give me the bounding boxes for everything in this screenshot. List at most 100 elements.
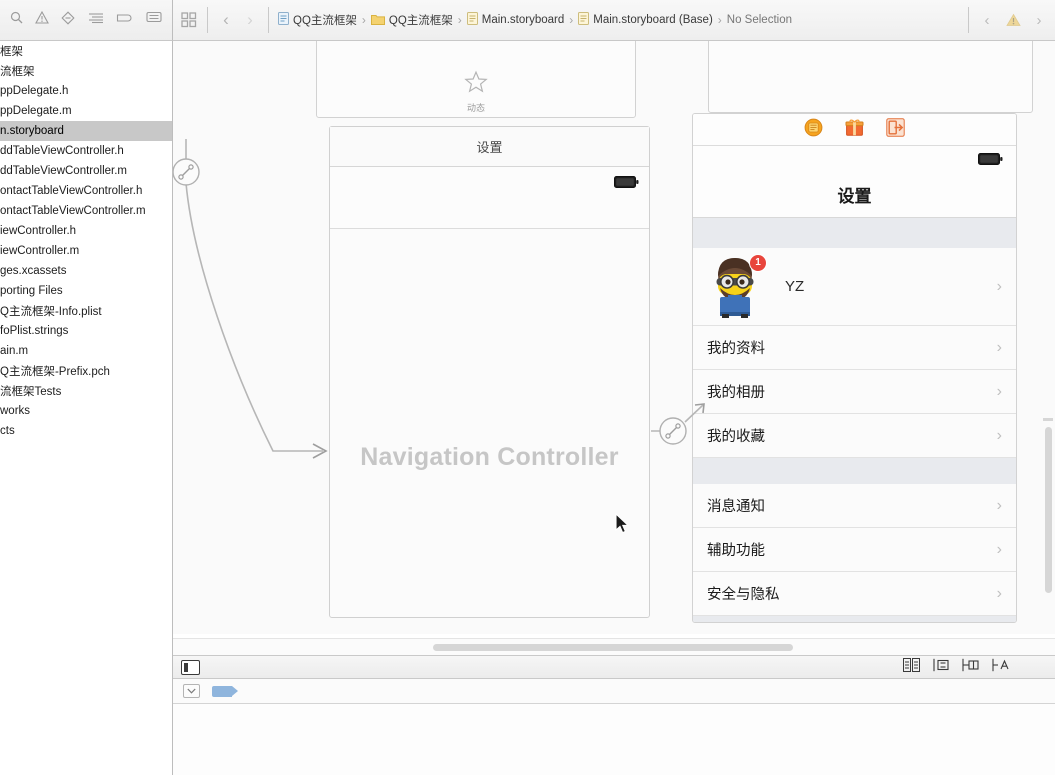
- warning-triangle-icon[interactable]: [35, 10, 50, 29]
- breadcrumb-separator: ›: [361, 13, 366, 27]
- tab-bar-item-label: 动态: [466, 103, 485, 113]
- section-gap: [693, 616, 1016, 622]
- mouse-pointer: [615, 513, 630, 534]
- breadcrumb-item-project[interactable]: QQ主流框架: [275, 12, 360, 28]
- jump-bar-right-controls: ‹ ›: [968, 7, 1051, 33]
- storyboard-canvas[interactable]: 动态 设置 Navigation Controller 设置 1 YZ › 我的…: [173, 41, 1055, 634]
- file-name: iewController.h: [0, 225, 77, 237]
- forward-button[interactable]: ›: [238, 9, 262, 31]
- grid-view-icon[interactable]: [177, 9, 201, 31]
- file-name: Q主流框架-Prefix.pch: [0, 366, 110, 378]
- list-item[interactable]: iewController.m: [0, 241, 172, 261]
- xcode-window: ‹ › QQ主流框架 › QQ主流框架 › Main.storyboard › …: [0, 0, 1055, 775]
- resolve-auto-layout-icon[interactable]: [962, 658, 979, 677]
- scene-tabbar-preview[interactable]: 动态: [316, 41, 636, 118]
- file-name: ppDelegate.m: [0, 105, 72, 117]
- tag-icon[interactable]: [212, 685, 238, 697]
- profile-name: YZ: [785, 278, 805, 295]
- list-item[interactable]: 框架: [0, 41, 172, 61]
- file-name: ddTableViewController.h: [0, 145, 124, 157]
- list-item[interactable]: works: [0, 401, 172, 421]
- phone-status-bar: [693, 146, 1016, 172]
- chevron-down-icon[interactable]: [183, 684, 200, 698]
- battery-icon: [614, 175, 639, 193]
- list-item[interactable]: ontactTableViewController.h: [0, 181, 172, 201]
- project-navigator[interactable]: 框架 流框架 ppDelegate.h ppDelegate.m n.story…: [0, 41, 173, 775]
- scene-navigation-controller[interactable]: 设置 Navigation Controller: [329, 126, 650, 618]
- resizing-behavior-icon[interactable]: [992, 658, 1009, 677]
- list-item[interactable]: ddTableViewController.h: [0, 141, 172, 161]
- breadcrumb-label: Main.storyboard (Base): [593, 14, 713, 26]
- list-item[interactable]: ddTableViewController.m: [0, 161, 172, 181]
- scene-stub-top-right[interactable]: [708, 41, 1033, 113]
- document-outline-toggle[interactable]: [181, 659, 200, 675]
- list-item[interactable]: 流框架: [0, 61, 172, 81]
- file-name: iewController.m: [0, 245, 80, 257]
- status-badge: 1: [749, 253, 767, 272]
- comment-bubble-icon[interactable]: [146, 11, 162, 29]
- breadcrumb-item-folder[interactable]: QQ主流框架: [368, 12, 456, 28]
- nav-scene-content: [330, 167, 649, 229]
- scene-settings-preview[interactable]: 设置 1 YZ › 我的资料 › 我的相册 › 我的收藏 › 消息通知 › 辅助…: [692, 113, 1017, 623]
- list-item[interactable]: Q主流框架-Prefix.pch: [0, 361, 172, 381]
- scrollbar-tick: [1043, 418, 1053, 421]
- navigator-filter-bar: [0, 0, 173, 41]
- list-lines-icon[interactable]: [88, 11, 104, 29]
- list-item-selected[interactable]: n.storyboard: [0, 121, 172, 141]
- list-item[interactable]: 安全与隐私 ›: [693, 572, 1016, 616]
- chevron-right-icon: ›: [996, 540, 1002, 558]
- canvas-horizontal-scrollbar[interactable]: [433, 644, 793, 651]
- list-item[interactable]: 我的收藏 ›: [693, 414, 1016, 458]
- list-item[interactable]: ppDelegate.h: [0, 81, 172, 101]
- warning-triangle-icon[interactable]: [1001, 9, 1025, 31]
- align-icon[interactable]: [903, 657, 920, 677]
- list-item[interactable]: 辅助功能 ›: [693, 528, 1016, 572]
- list-item[interactable]: porting Files: [0, 281, 172, 301]
- coin-icon[interactable]: [804, 118, 823, 142]
- tab-bar-item-dynamic[interactable]: 动态: [464, 70, 489, 114]
- list-item[interactable]: ppDelegate.m: [0, 101, 172, 121]
- list-item-label: 我的资料: [707, 341, 765, 357]
- list-item[interactable]: 流框架Tests: [0, 381, 172, 401]
- pin-icon[interactable]: [933, 658, 949, 677]
- chevron-right-icon: ›: [996, 382, 1002, 400]
- breadcrumb-item-storyboard-base[interactable]: Main.storyboard (Base): [575, 12, 716, 28]
- list-item[interactable]: Q主流框架-Info.plist: [0, 301, 172, 321]
- avatar[interactable]: 1: [707, 253, 767, 318]
- list-item[interactable]: foPlist.strings: [0, 321, 172, 341]
- canvas-vertical-scrollbar[interactable]: [1045, 427, 1052, 593]
- chevron-right-icon: ›: [996, 277, 1002, 295]
- list-item[interactable]: iewController.h: [0, 221, 172, 241]
- list-item[interactable]: 消息通知 ›: [693, 484, 1016, 528]
- storyboard-file-icon: [578, 12, 590, 28]
- section-gap: [693, 458, 1016, 484]
- gift-box-icon[interactable]: [845, 118, 864, 142]
- list-item[interactable]: ain.m: [0, 341, 172, 361]
- error-diamond-icon[interactable]: [61, 10, 75, 30]
- exit-card-icon[interactable]: [886, 117, 905, 142]
- list-item-label: 安全与隐私: [707, 587, 780, 603]
- bottom-pane: [173, 704, 1055, 775]
- list-item[interactable]: 我的相册 ›: [693, 370, 1016, 414]
- list-item-label: 我的相册: [707, 385, 765, 401]
- tag-icon[interactable]: [116, 11, 134, 29]
- list-item[interactable]: ontactTableViewController.m: [0, 201, 172, 221]
- list-item[interactable]: ges.xcassets: [0, 261, 172, 281]
- storyboard-file-icon: [466, 12, 478, 28]
- search-icon[interactable]: [10, 11, 23, 29]
- chevron-right-icon: ›: [996, 426, 1002, 444]
- breadcrumb-item-selection[interactable]: No Selection: [724, 14, 795, 26]
- file-name: ddTableViewController.m: [0, 165, 127, 177]
- breadcrumb-item-storyboard[interactable]: Main.storyboard: [464, 12, 567, 28]
- file-name: ontactTableViewController.m: [0, 205, 146, 217]
- file-name: works: [0, 405, 31, 417]
- back-button[interactable]: ‹: [214, 9, 238, 31]
- previous-issue-button[interactable]: ‹: [975, 9, 999, 31]
- next-issue-button[interactable]: ›: [1027, 9, 1051, 31]
- canvas-horizontal-scrollbar-track[interactable]: [173, 638, 1055, 655]
- list-item-label: 我的收藏: [707, 429, 765, 445]
- list-item-profile[interactable]: 1 YZ ›: [693, 248, 1016, 326]
- list-item[interactable]: cts: [0, 421, 172, 441]
- list-item[interactable]: 我的资料 ›: [693, 326, 1016, 370]
- jump-bar-divider-2: [268, 7, 269, 33]
